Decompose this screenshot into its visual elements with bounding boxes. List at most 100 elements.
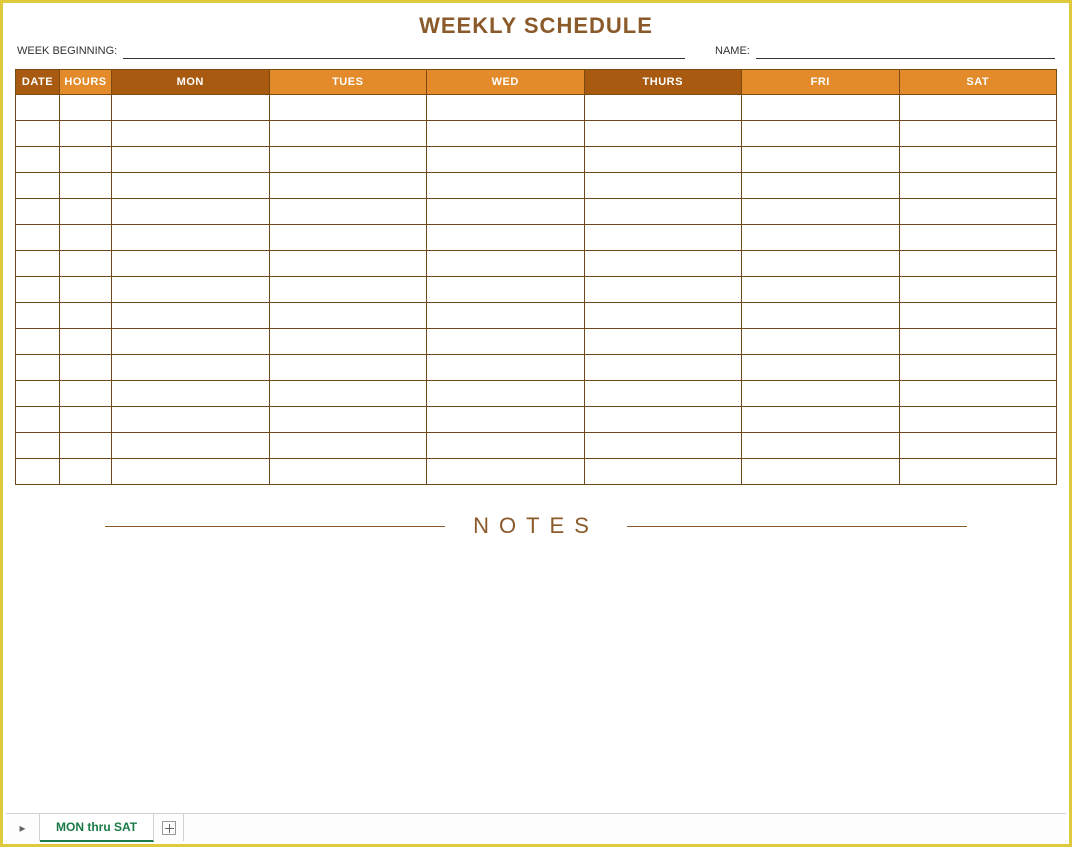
cell[interactable] (16, 277, 60, 303)
cell[interactable] (269, 277, 427, 303)
cell[interactable] (584, 147, 742, 173)
cell[interactable] (16, 355, 60, 381)
cell[interactable] (112, 459, 270, 485)
cell[interactable] (742, 173, 900, 199)
cell[interactable] (16, 329, 60, 355)
cell[interactable] (584, 381, 742, 407)
cell[interactable] (899, 329, 1057, 355)
cell[interactable] (60, 173, 112, 199)
cell[interactable] (427, 251, 585, 277)
cell[interactable] (584, 329, 742, 355)
cell[interactable] (112, 303, 270, 329)
cell[interactable] (742, 251, 900, 277)
cell[interactable] (112, 199, 270, 225)
cell[interactable] (16, 407, 60, 433)
cell[interactable] (112, 147, 270, 173)
cell[interactable] (584, 433, 742, 459)
cell[interactable] (112, 95, 270, 121)
cell[interactable] (60, 199, 112, 225)
cell[interactable] (742, 407, 900, 433)
cell[interactable] (16, 303, 60, 329)
cell[interactable] (60, 147, 112, 173)
cell[interactable] (269, 381, 427, 407)
cell[interactable] (269, 303, 427, 329)
cell[interactable] (112, 225, 270, 251)
cell[interactable] (742, 95, 900, 121)
cell[interactable] (899, 147, 1057, 173)
cell[interactable] (427, 147, 585, 173)
cell[interactable] (427, 225, 585, 251)
cell[interactable] (427, 95, 585, 121)
cell[interactable] (427, 303, 585, 329)
cell[interactable] (899, 225, 1057, 251)
cell[interactable] (899, 407, 1057, 433)
cell[interactable] (742, 225, 900, 251)
add-sheet-button[interactable] (154, 814, 184, 841)
cell[interactable] (584, 173, 742, 199)
cell[interactable] (427, 121, 585, 147)
cell[interactable] (16, 225, 60, 251)
cell[interactable] (899, 121, 1057, 147)
cell[interactable] (899, 277, 1057, 303)
cell[interactable] (60, 303, 112, 329)
cell[interactable] (427, 407, 585, 433)
cell[interactable] (112, 121, 270, 147)
cell[interactable] (60, 433, 112, 459)
week-beginning-input-line[interactable] (123, 45, 685, 59)
cell[interactable] (427, 329, 585, 355)
cell[interactable] (584, 303, 742, 329)
cell[interactable] (60, 225, 112, 251)
cell[interactable] (584, 407, 742, 433)
cell[interactable] (60, 459, 112, 485)
cell[interactable] (60, 95, 112, 121)
cell[interactable] (899, 381, 1057, 407)
tab-scroll-button[interactable]: ▸ (6, 814, 40, 841)
cell[interactable] (16, 95, 60, 121)
cell[interactable] (16, 121, 60, 147)
cell[interactable] (584, 199, 742, 225)
cell[interactable] (112, 433, 270, 459)
cell[interactable] (742, 355, 900, 381)
cell[interactable] (899, 433, 1057, 459)
cell[interactable] (584, 121, 742, 147)
cell[interactable] (742, 303, 900, 329)
cell[interactable] (427, 199, 585, 225)
cell[interactable] (60, 277, 112, 303)
cell[interactable] (16, 459, 60, 485)
cell[interactable] (584, 225, 742, 251)
cell[interactable] (60, 329, 112, 355)
cell[interactable] (584, 459, 742, 485)
cell[interactable] (60, 121, 112, 147)
cell[interactable] (16, 173, 60, 199)
cell[interactable] (742, 329, 900, 355)
cell[interactable] (269, 95, 427, 121)
cell[interactable] (60, 355, 112, 381)
cell[interactable] (269, 407, 427, 433)
cell[interactable] (112, 173, 270, 199)
cell[interactable] (269, 199, 427, 225)
cell[interactable] (742, 199, 900, 225)
cell[interactable] (112, 355, 270, 381)
cell[interactable] (899, 251, 1057, 277)
cell[interactable] (427, 459, 585, 485)
name-input-line[interactable] (756, 45, 1055, 59)
cell[interactable] (584, 355, 742, 381)
cell[interactable] (112, 277, 270, 303)
cell[interactable] (899, 355, 1057, 381)
cell[interactable] (269, 329, 427, 355)
cell[interactable] (584, 277, 742, 303)
cell[interactable] (899, 95, 1057, 121)
cell[interactable] (427, 277, 585, 303)
cell[interactable] (112, 251, 270, 277)
cell[interactable] (427, 381, 585, 407)
cell[interactable] (112, 381, 270, 407)
cell[interactable] (269, 251, 427, 277)
cell[interactable] (269, 459, 427, 485)
cell[interactable] (742, 381, 900, 407)
cell[interactable] (60, 407, 112, 433)
cell[interactable] (112, 407, 270, 433)
cell[interactable] (584, 95, 742, 121)
cell[interactable] (16, 433, 60, 459)
cell[interactable] (899, 173, 1057, 199)
cell[interactable] (742, 433, 900, 459)
